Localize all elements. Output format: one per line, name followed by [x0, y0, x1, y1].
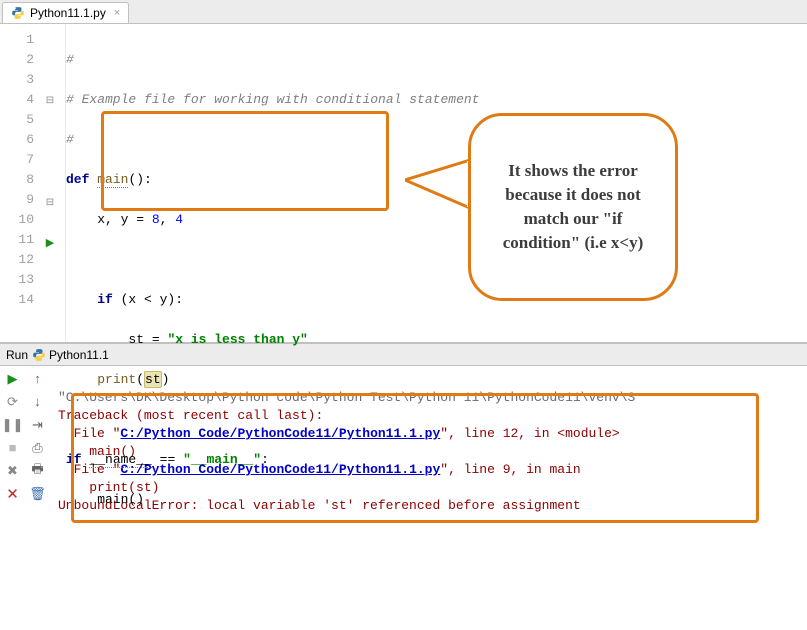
gutter-icons: ⊟ ⊟ ▶ [40, 24, 60, 342]
pause-button[interactable]: ❚❚ [4, 416, 22, 434]
stop-button[interactable]: ■ [4, 439, 22, 457]
python-file-icon [11, 6, 25, 20]
run-debug-button[interactable]: ⟳ [4, 393, 22, 411]
rerun-button[interactable]: ▶ [4, 370, 22, 388]
print-button[interactable]: 🖶 [29, 462, 47, 480]
run-toolbar-left: ▶ ⟳ ❚❚ ■ ✖ ✕ [0, 366, 25, 542]
run-title: Run [6, 348, 28, 362]
line-numbers: 1234567891011121314 [0, 24, 40, 342]
callout-tail [405, 150, 470, 220]
attach-button[interactable]: ✖ [4, 462, 22, 480]
annotation-error-highlight [71, 393, 759, 523]
tab-bar: Python11.1.py × [0, 0, 807, 24]
close-run-button[interactable]: ✕ [4, 485, 22, 503]
fold-icon[interactable]: ⊟ [45, 92, 55, 112]
annotation-code-highlight [101, 111, 389, 211]
wrap-button[interactable]: ⇥ [29, 416, 47, 434]
close-tab-icon[interactable]: × [114, 7, 120, 19]
annotation-callout: It shows the error because it does not m… [468, 113, 678, 301]
fold-icon[interactable]: ⊟ [45, 194, 55, 214]
run-gutter-icon[interactable]: ▶ [40, 234, 60, 254]
callout-text: It shows the error because it does not m… [489, 159, 657, 255]
scroll-lock-button[interactable]: ⎙ [29, 439, 47, 457]
editor-tab[interactable]: Python11.1.py × [2, 2, 129, 23]
tab-filename: Python11.1.py [30, 6, 106, 20]
scroll-up-button[interactable]: ↑ [29, 370, 47, 388]
clear-button[interactable]: 🗑 [29, 485, 47, 503]
scroll-down-button[interactable]: ↓ [29, 393, 47, 411]
python-file-icon [32, 348, 46, 362]
run-toolbar-right: ↑ ↓ ⇥ ⎙ 🖶 🗑 [25, 366, 50, 542]
